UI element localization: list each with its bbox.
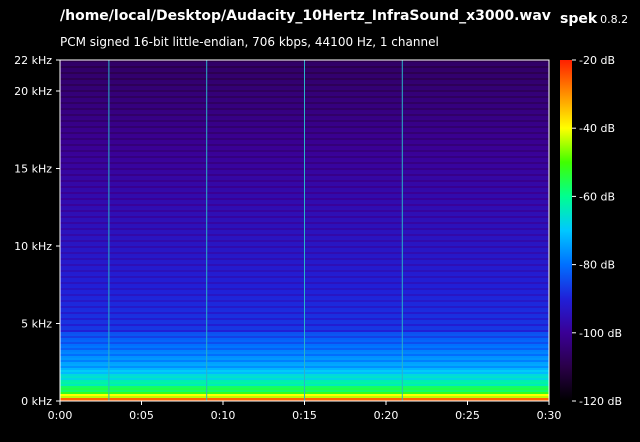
y-tick-label: 10 kHz xyxy=(14,240,52,253)
color-scale-label: -100 dB xyxy=(579,327,622,340)
x-tick-label: 0:30 xyxy=(537,409,562,422)
color-scale-bar xyxy=(560,60,572,401)
x-tick-label: 0:25 xyxy=(455,409,480,422)
color-scale-axis: -20 dB -40 dB -60 dB -80 dB -100 dB -120 dB xyxy=(572,54,622,408)
x-tick-label: 0:20 xyxy=(374,409,399,422)
x-tick-label: 0:15 xyxy=(292,409,317,422)
y-tick-label: 22 kHz xyxy=(14,54,52,67)
color-scale-label: -60 dB xyxy=(579,190,615,203)
x-tick-label: 0:10 xyxy=(211,409,236,422)
color-scale-label: -40 dB xyxy=(579,122,615,135)
spectrogram-chart: 0:00 0:05 0:10 0:15 0:20 0:25 0:30 0 kHz 5 kHz 1… xyxy=(14,54,622,422)
color-scale-label: -20 dB xyxy=(579,54,615,67)
color-scale-label: -120 dB xyxy=(579,395,622,408)
y-tick-label: 5 kHz xyxy=(21,318,52,331)
color-scale-label: -80 dB xyxy=(579,259,615,272)
x-axis: 0:00 0:05 0:10 0:15 0:20 0:25 0:30 xyxy=(48,401,562,422)
x-tick-label: 0:05 xyxy=(129,409,154,422)
y-tick-label: 0 kHz xyxy=(21,395,52,408)
y-axis: 0 kHz 5 kHz 10 kHz 15 kHz 20 kHz 22 kHz xyxy=(14,54,60,408)
x-tick-label: 0:00 xyxy=(48,409,73,422)
y-tick-label: 15 kHz xyxy=(14,163,52,176)
y-tick-label: 20 kHz xyxy=(14,85,52,98)
